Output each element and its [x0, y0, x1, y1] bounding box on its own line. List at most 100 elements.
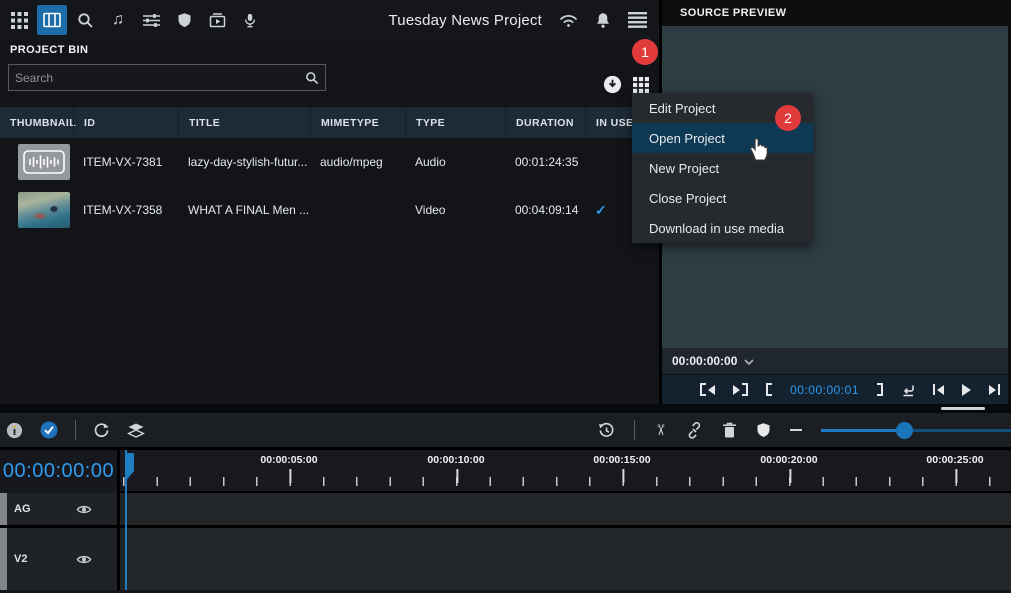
layers-icon[interactable]: [127, 423, 145, 438]
video-thumbnail: [18, 192, 70, 228]
col-thumbnail[interactable]: THUMBNAIL: [0, 107, 73, 138]
prev-frame-button[interactable]: [933, 384, 944, 395]
media-table: THUMBNAIL ID TITLE MIMETYPE TYPE DURATIO…: [0, 107, 659, 234]
project-bin-label: PROJECT BIN: [0, 40, 659, 58]
track-visibility-eye-icon[interactable]: [76, 504, 92, 515]
search-tool-icon[interactable]: [70, 5, 100, 35]
table-row[interactable]: ITEM-VX-7381 lazy-day-stylish-futur... a…: [0, 138, 659, 186]
ruler-label: 00:00:15:00: [593, 454, 650, 466]
preview-timecode-dropdown[interactable]: 00:00:00:00: [662, 348, 1008, 374]
project-title: Tuesday News Project: [388, 12, 542, 29]
toolbar-divider: [75, 420, 76, 440]
ruler-label: 00:00:05:00: [260, 454, 317, 466]
play-button[interactable]: [962, 384, 971, 396]
main-toolbar: ♫: [0, 0, 659, 40]
playhead-timecode: 00:00:00:00: [3, 460, 114, 483]
menu-item-new-project[interactable]: New Project: [632, 153, 813, 183]
menu-item-close-project[interactable]: Close Project: [632, 183, 813, 213]
item-id: ITEM-VX-7358: [73, 203, 178, 217]
track-name: AG: [14, 503, 31, 515]
transport-controls: 00:00:00:01: [662, 374, 1008, 404]
timeline-body: 00:00:00:00 00:00:05:00 00:00:10:00 00:0…: [0, 450, 1011, 590]
apps-grid-icon[interactable]: [4, 5, 34, 35]
track-row-ag: AG: [0, 493, 1011, 528]
col-mimetype[interactable]: MIMETYPE: [310, 107, 405, 138]
timeline-toolbar: ✂: [0, 413, 1011, 450]
shield-icon[interactable]: [169, 5, 199, 35]
step-badge-2: 2: [775, 105, 801, 131]
settings-sliders-icon[interactable]: [136, 5, 166, 35]
search-icon[interactable]: [305, 71, 319, 85]
mark-out-button[interactable]: [877, 383, 883, 396]
table-header: THUMBNAIL ID TITLE MIMETYPE TYPE DURATIO…: [0, 107, 659, 138]
unlink-icon[interactable]: [686, 422, 703, 439]
item-mimetype: audio/mpeg: [310, 155, 405, 169]
col-title[interactable]: TITLE: [178, 107, 310, 138]
goto-in-button[interactable]: [700, 383, 715, 396]
col-id[interactable]: ID: [73, 107, 178, 138]
item-type: Video: [405, 203, 505, 217]
item-duration: 00:01:24:35: [505, 155, 585, 169]
grid-view-icon[interactable]: [633, 77, 649, 93]
col-duration[interactable]: DURATION: [505, 107, 585, 138]
notifications-bell-icon[interactable]: [595, 12, 611, 29]
history-icon[interactable]: [598, 422, 615, 439]
download-circle-icon[interactable]: [603, 75, 622, 94]
timeline-section: ✂: [0, 413, 1011, 593]
track-lane-ag[interactable]: [120, 493, 1011, 525]
zoom-out-icon[interactable]: [790, 429, 802, 431]
col-type[interactable]: TYPE: [405, 107, 505, 138]
info-icon[interactable]: [6, 422, 23, 439]
track-lane-v2[interactable]: [120, 528, 1011, 590]
media-box-icon[interactable]: [202, 5, 232, 35]
rotate-ccw-icon[interactable]: [93, 422, 110, 439]
next-frame-button[interactable]: [989, 384, 1000, 395]
select-check-icon[interactable]: [40, 421, 58, 439]
app-window: ♫: [0, 0, 1011, 593]
goto-out-button[interactable]: [733, 383, 748, 396]
item-type: Audio: [405, 155, 505, 169]
splitter-handle[interactable]: [941, 407, 985, 410]
timeline-ruler[interactable]: 00:00:05:00 00:00:10:00 00:00:15:00 00:0…: [120, 450, 1011, 493]
item-duration: 00:04:09:14: [505, 203, 585, 217]
menu-item-download-in-use-media[interactable]: Download in use media: [632, 213, 813, 243]
slider-thumb[interactable]: [896, 422, 913, 439]
cut-scissors-icon[interactable]: ✂: [652, 424, 670, 437]
timeline-toolbar-left: [6, 420, 145, 440]
timeline-toolbar-right: ✂: [598, 420, 1011, 440]
table-row[interactable]: ITEM-VX-7358 WHAT A FINAL Men ... Video …: [0, 186, 659, 234]
item-id: ITEM-VX-7381: [73, 155, 178, 169]
delete-trash-icon[interactable]: [722, 422, 737, 439]
project-bin-icon[interactable]: [37, 5, 67, 35]
wifi-status-icon[interactable]: [559, 13, 578, 28]
microphone-icon[interactable]: [235, 5, 265, 35]
marker-shield-icon[interactable]: [756, 422, 771, 438]
bin-view-actions: [603, 75, 649, 94]
mark-in-button[interactable]: [766, 383, 772, 396]
hamburger-menu-icon[interactable]: [628, 12, 647, 28]
chevron-down-icon: [744, 354, 754, 368]
track-grip-handle[interactable]: [0, 528, 7, 590]
track-header-ag[interactable]: AG: [0, 493, 120, 525]
sound-effects-icon[interactable]: ♫: [103, 5, 133, 35]
search-row: [0, 58, 659, 102]
search-box: [8, 64, 326, 91]
loop-icon[interactable]: [901, 383, 915, 397]
slider-track-filled: [821, 429, 896, 432]
ruler-label: 00:00:10:00: [427, 454, 484, 466]
track-name: V2: [14, 553, 27, 565]
timeline-timecode-panel: 00:00:00:00: [0, 450, 120, 493]
timeline-ruler-row: 00:00:00:00 00:00:05:00 00:00:10:00 00:0…: [0, 450, 1011, 493]
track-header-v2[interactable]: V2: [0, 528, 120, 590]
slider-track-rest: [896, 429, 1011, 432]
timeline-zoom-slider[interactable]: [821, 422, 1011, 438]
track-grip-handle[interactable]: [0, 493, 7, 525]
audio-waveform-thumbnail: [18, 144, 70, 180]
horizontal-splitter: [0, 404, 1011, 413]
project-bin-panel: ♫: [0, 0, 662, 404]
search-input[interactable]: [9, 71, 305, 85]
source-preview-title: SOURCE PREVIEW: [662, 0, 1008, 26]
track-visibility-eye-icon[interactable]: [76, 554, 92, 565]
ruler-label: 00:00:25:00: [926, 454, 983, 466]
preview-timecode: 00:00:00:00: [672, 354, 737, 368]
